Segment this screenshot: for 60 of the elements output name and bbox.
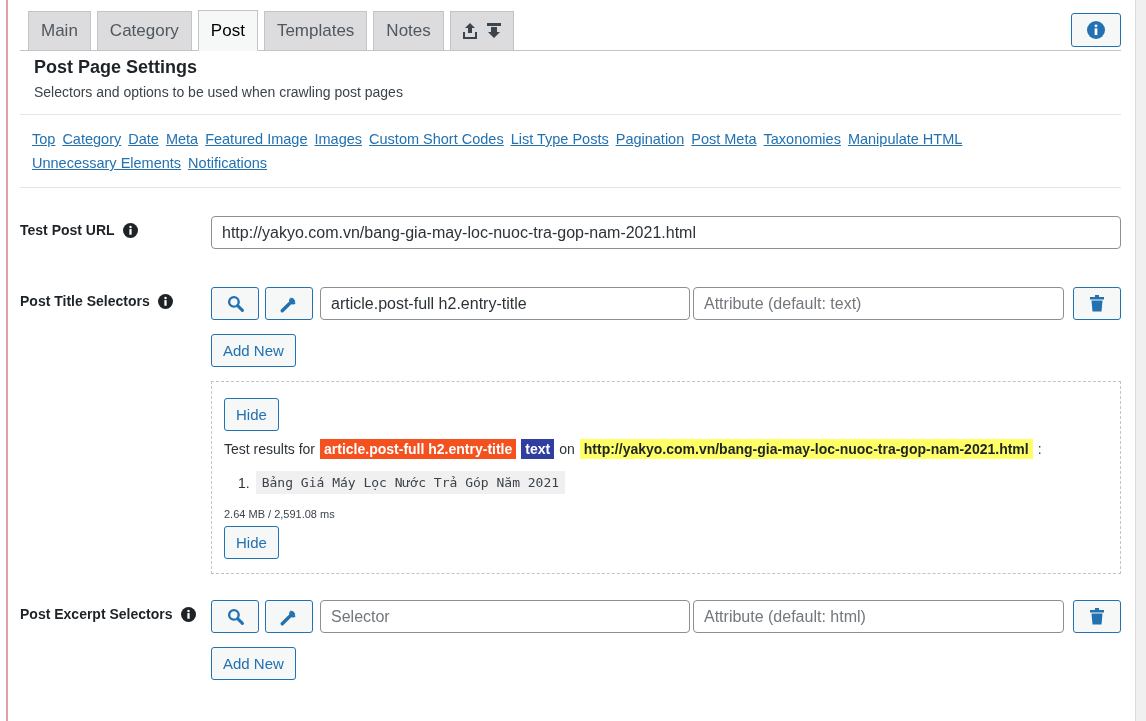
delete-button[interactable]: [1073, 600, 1121, 633]
section-link[interactable]: Date: [128, 131, 159, 147]
import-export-tab[interactable]: [449, 11, 514, 50]
field-label: Test Post URL: [20, 222, 115, 238]
tab[interactable]: Category: [96, 11, 192, 50]
search-button[interactable]: [211, 287, 259, 320]
selector-tag: article.post-full h2.entry-title: [320, 439, 517, 459]
selector-field[interactable]: Selector: [320, 600, 690, 633]
attribute-field[interactable]: Attribute (default: html): [693, 600, 1064, 633]
hide-button[interactable]: Hide: [224, 398, 279, 431]
section-link[interactable]: Taxonomies: [763, 131, 841, 147]
trash-icon: [1090, 608, 1104, 625]
tab[interactable]: Post: [197, 10, 258, 51]
add-new-button[interactable]: Add New: [211, 334, 296, 367]
attribute-field[interactable]: Attribute (default: text): [693, 287, 1064, 320]
section-link[interactable]: Notifications: [188, 155, 268, 171]
add-new-button[interactable]: Add New: [211, 647, 296, 680]
settings-button[interactable]: [265, 287, 313, 320]
section-link[interactable]: Images: [314, 131, 363, 147]
section-link[interactable]: Unnecessary Elements: [32, 155, 182, 171]
info-button[interactable]: [1071, 13, 1121, 47]
delete-button[interactable]: [1073, 287, 1121, 320]
section-link[interactable]: Pagination: [615, 131, 685, 147]
selector-field[interactable]: article.post-full h2.entry-title: [320, 287, 690, 320]
info-icon: [1087, 21, 1105, 39]
section-link[interactable]: Category: [62, 131, 122, 147]
section-link[interactable]: Custom Short Codes: [369, 131, 504, 147]
search-icon: [226, 295, 244, 312]
section-link[interactable]: Manipulate HTML: [847, 131, 963, 147]
results-suffix: :: [1037, 441, 1042, 457]
tab[interactable]: Notes: [373, 11, 444, 50]
upload-icon: [462, 23, 477, 39]
url-field[interactable]: http://yakyo.com.vn/bang-gia-may-loc-nuoc-tra-gop-nam-2021.html: [211, 216, 1121, 249]
section-link[interactable]: Featured Image: [205, 131, 308, 147]
list-number: 1.: [238, 474, 250, 491]
tab[interactable]: Templates: [263, 11, 368, 50]
results-joiner: on: [559, 441, 575, 457]
info-icon: [122, 222, 138, 238]
trash-icon: [1090, 295, 1104, 312]
section-title: Post Page Settings: [34, 57, 199, 78]
section-link[interactable]: Post Meta: [691, 131, 757, 147]
info-icon: [180, 606, 196, 622]
hide-button[interactable]: Hide: [224, 526, 279, 559]
section-link[interactable]: Top: [32, 131, 56, 147]
results-label: Test results for: [224, 441, 316, 457]
url-highlight: http://yakyo.com.vn/bang-gia-may-loc-nuoc-tra-gop-nam-2021.html: [579, 439, 1033, 459]
attribute-tag: text: [521, 439, 555, 459]
section-link[interactable]: Meta: [165, 131, 199, 147]
settings-button[interactable]: [265, 600, 313, 633]
result-text: Bảng Giá Máy Lọc Nước Trả Góp Năm 2021: [255, 471, 566, 494]
result-stats: 2.64 MB / 2,591.08 ms: [224, 508, 335, 520]
search-icon: [226, 608, 244, 625]
section-link[interactable]: List Type Posts: [510, 131, 609, 147]
field-label: Post Title Selectors: [20, 293, 150, 309]
field-label: Post Excerpt Selectors: [20, 606, 173, 622]
tab[interactable]: Main: [28, 11, 91, 50]
section-description: Selectors and options to be used when crawling post pages: [34, 84, 404, 100]
download-icon: [486, 23, 501, 39]
info-icon: [157, 293, 173, 309]
search-button[interactable]: [211, 600, 259, 633]
